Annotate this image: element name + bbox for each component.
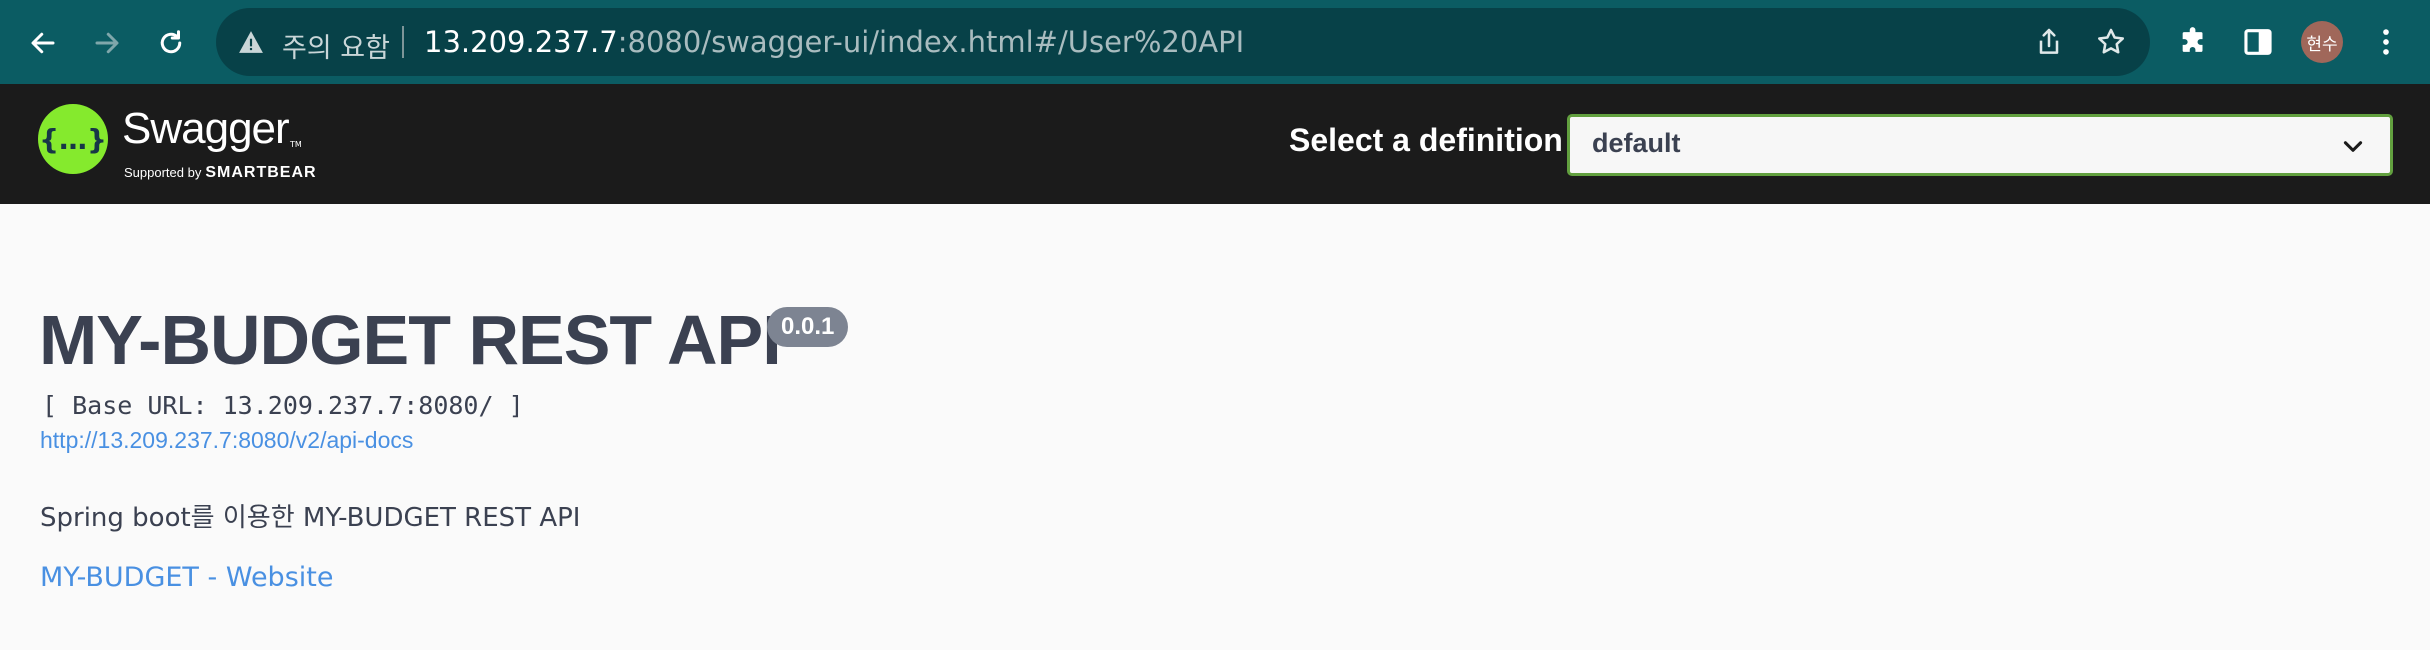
supported-by-text: Supported by SMARTBEAR bbox=[124, 164, 317, 182]
swagger-logo-link[interactable]: {…} Swagger TM Supported by SMARTBEAR bbox=[38, 104, 338, 184]
profile-avatar[interactable]: 현수 bbox=[2301, 21, 2343, 63]
bookmark-button[interactable] bbox=[2094, 25, 2128, 59]
forward-button[interactable] bbox=[84, 20, 130, 66]
puzzle-icon bbox=[2182, 27, 2203, 52]
smartbear-brand: SMARTBEAR bbox=[205, 164, 317, 181]
kebab-menu-icon bbox=[2383, 29, 2389, 55]
browser-toolbar: 주의 요함 13.209.237.7:8080/swagger-ui/index… bbox=[0, 0, 2430, 84]
extensions-button[interactable] bbox=[2174, 22, 2214, 62]
arrow-right-icon bbox=[95, 32, 119, 54]
definition-label: Select a definition bbox=[1289, 122, 1563, 158]
swagger-topbar: {…} Swagger TM Supported by SMARTBEAR Sel… bbox=[0, 84, 2430, 204]
url-path: :8080/swagger-ui/index.html#/User%20API bbox=[617, 25, 1245, 59]
api-docs-link[interactable]: http://13.209.237.7:8080/v2/api-docs bbox=[40, 427, 413, 454]
security-status-label[interactable]: 주의 요함 bbox=[282, 26, 390, 65]
base-url: [ Base URL: 13.209.237.7:8080/ ] bbox=[42, 391, 524, 420]
address-bar[interactable]: 주의 요함 13.209.237.7:8080/swagger-ui/index… bbox=[216, 8, 2150, 76]
api-title: MY-BUDGET REST API bbox=[39, 301, 782, 379]
side-panel-icon bbox=[2244, 29, 2272, 55]
arrow-left-icon bbox=[31, 32, 55, 54]
api-description: Spring boot를 이용한 MY-BUDGET REST API bbox=[40, 503, 581, 533]
share-icon bbox=[2039, 28, 2059, 54]
reload-button[interactable] bbox=[148, 20, 194, 66]
chevron-down-icon bbox=[2343, 141, 2363, 152]
warning-icon[interactable] bbox=[238, 30, 264, 54]
share-button[interactable] bbox=[2032, 25, 2066, 59]
url-text[interactable]: 13.209.237.7:8080/swagger-ui/index.html#… bbox=[424, 25, 1244, 59]
swagger-logo-icon: {…} bbox=[38, 104, 108, 174]
swagger-logo-text: Swagger bbox=[122, 104, 290, 153]
browser-menu-button[interactable] bbox=[2366, 22, 2406, 62]
address-divider bbox=[402, 26, 404, 58]
star-icon bbox=[2098, 28, 2124, 54]
version-badge: 0.0.1 bbox=[767, 307, 849, 347]
definition-select[interactable]: default bbox=[1567, 114, 2393, 176]
supported-by-label: Supported by bbox=[124, 165, 202, 180]
back-button[interactable] bbox=[20, 20, 66, 66]
definition-selected-value: default bbox=[1592, 128, 1681, 158]
trademark-mark: TM bbox=[290, 140, 302, 149]
side-panel-button[interactable] bbox=[2238, 22, 2278, 62]
website-link[interactable]: MY-BUDGET - Website bbox=[40, 562, 333, 593]
url-host: 13.209.237.7 bbox=[424, 25, 618, 59]
reload-icon bbox=[160, 30, 182, 54]
